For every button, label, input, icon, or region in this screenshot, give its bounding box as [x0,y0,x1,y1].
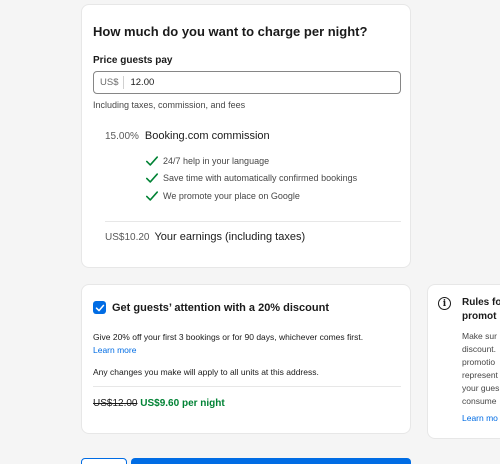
rules-learn-more-link[interactable]: Learn mo [462,413,500,423]
earnings-label: Your earnings (including taxes) [154,230,306,243]
checkmark-icon [145,156,159,166]
checkmark-icon [145,173,159,183]
checkmark-icon [145,191,159,201]
rules-header: i Rules fo promot [438,296,500,324]
commission-percent: 15.00% [105,131,139,142]
old-price: US$12.00 [93,398,138,409]
rules-body-line: consume [462,396,497,406]
benefit-item: We promote your place on Google [145,187,399,205]
checkmark-icon [95,304,104,311]
price-card: How much do you want to charge per night… [81,4,411,268]
rules-card: i Rules fo promot Make sur discount. pro… [427,284,500,439]
price-question-title: How much do you want to charge per night… [93,24,368,39]
benefits-list: 24/7 help in your language Save time wit… [145,152,399,205]
divider [105,220,401,222]
price-input[interactable]: US$ 12.00 [93,71,401,94]
discount-checkbox[interactable] [93,301,106,314]
discount-header[interactable]: Get guests’ attention with a 20% discoun… [93,301,399,314]
rules-title: Rules fo promot [462,296,500,324]
commission-label: Booking.com commission [144,130,270,142]
new-price: US$9.60 per night [140,398,225,409]
rules-title-line: promot [462,311,497,322]
discounted-price: US$12.00 US$9.60 per night [93,398,399,409]
discount-note: Any changes you make will apply to all u… [93,367,319,377]
benefit-item: Save time with automatically confirmed b… [145,170,399,188]
continue-button[interactable] [131,458,411,464]
rules-body-line: your gues [462,383,500,393]
currency-prefix: US$ [94,76,125,89]
price-hint: Including taxes, commission, and fees [93,100,246,110]
rules-body-line: represent [462,370,498,380]
info-icon: i [438,297,451,310]
benefit-text: 24/7 help in your language [163,155,270,166]
rules-body-line: Make sur [462,331,497,341]
benefit-text: Save time with automatically confirmed b… [163,173,358,184]
commission-row: 15.00% Booking.com commission [105,130,399,142]
price-value[interactable]: 12.00 [124,77,154,88]
discount-card: Get guests’ attention with a 20% discoun… [81,284,411,434]
back-button[interactable] [81,458,127,464]
price-field-label: Price guests pay [93,55,173,66]
rules-body: Make sur discount. promotio represent yo… [462,330,500,408]
earnings-value: US$10.20 [105,231,150,243]
earnings-row: US$10.20 Your earnings (including taxes) [105,231,399,243]
rules-title-line: Rules fo [462,297,500,308]
benefit-item: 24/7 help in your language [145,152,399,170]
discount-title: Get guests’ attention with a 20% discoun… [112,301,329,314]
divider [93,386,401,387]
learn-more-link[interactable]: Learn more [93,344,399,357]
rules-body-line: promotio [462,357,496,367]
rules-body-line: discount. [462,344,497,354]
discount-description-text: Give 20% off your first 3 bookings or fo… [93,332,364,342]
benefit-text: We promote your place on Google [163,190,300,201]
discount-description: Give 20% off your first 3 bookings or fo… [93,331,399,357]
